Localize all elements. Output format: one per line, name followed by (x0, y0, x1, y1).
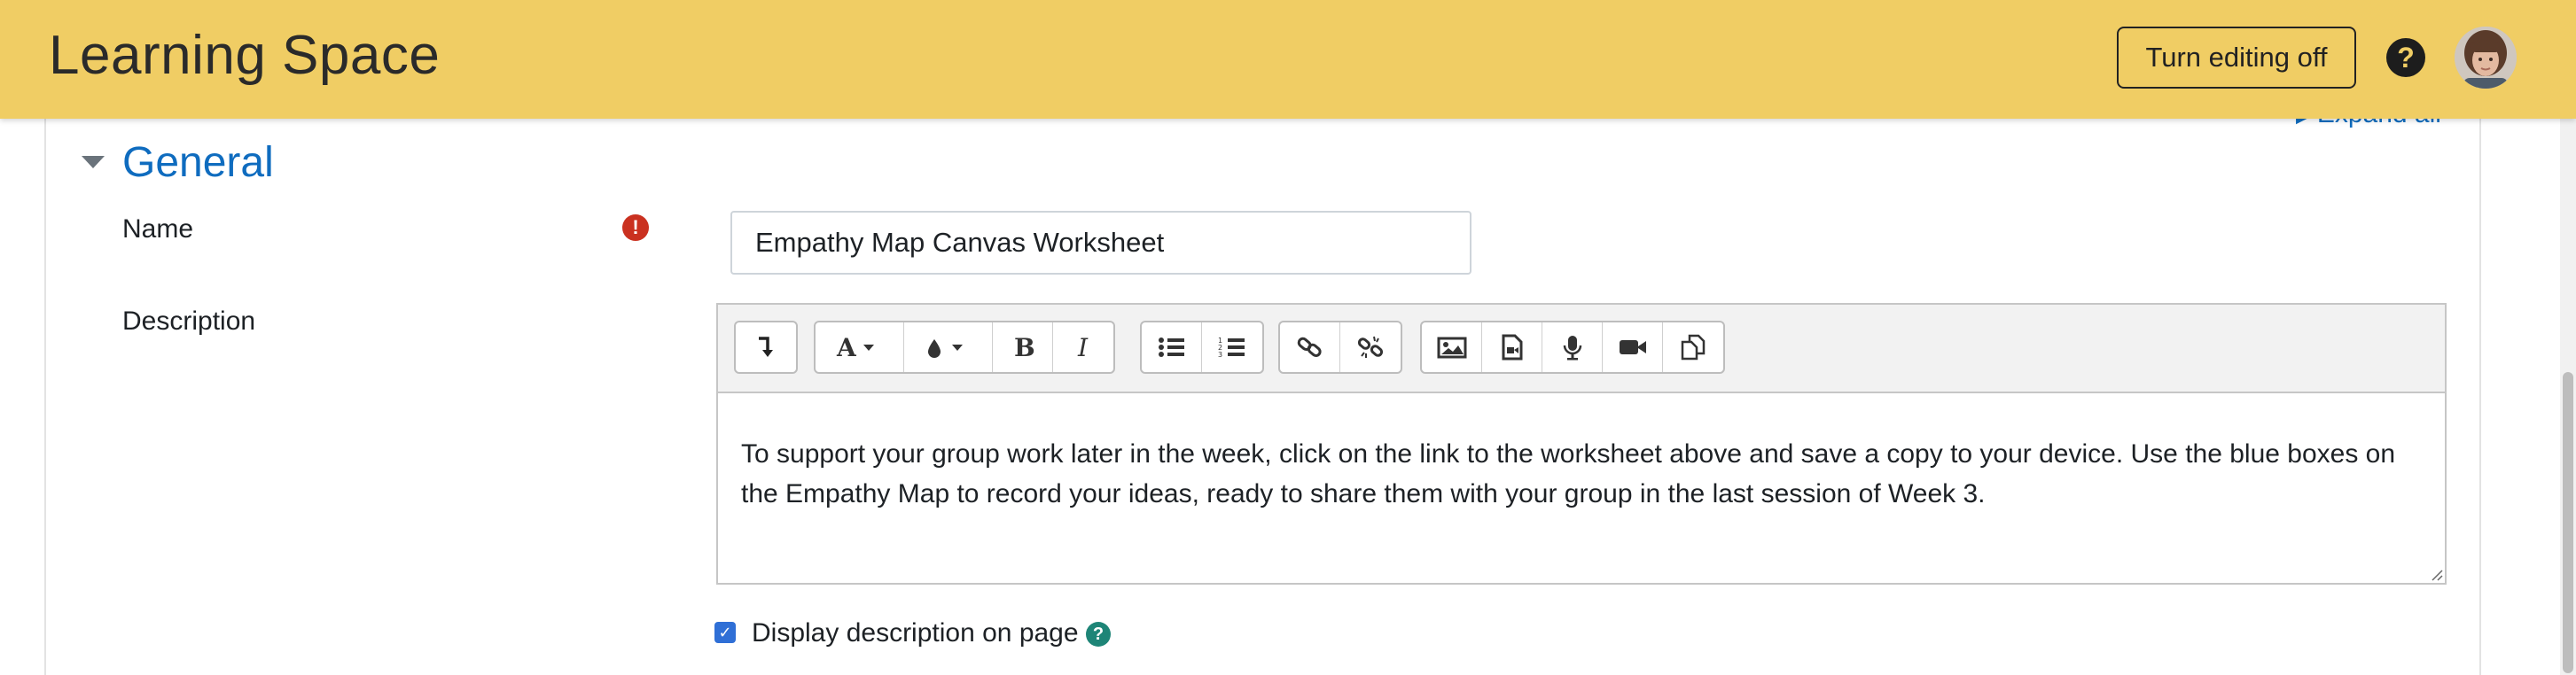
section-title[interactable]: General (122, 138, 274, 187)
font-color-button[interactable] (904, 322, 993, 372)
record-audio-icon (1563, 336, 1581, 361)
image-icon (1437, 337, 1466, 359)
toolbar-group-lists: 123 (1140, 321, 1264, 374)
toolbar-group-media (1420, 321, 1725, 374)
scrollbar-thumb[interactable] (2563, 372, 2573, 673)
record-video-button[interactable] (1603, 322, 1663, 372)
description-text[interactable]: To support your group work later in the … (741, 434, 2408, 514)
svg-text:I: I (1077, 334, 1089, 361)
editor-toolbar: A B I 123 (718, 305, 2445, 393)
toolbar-group-format: A B I (814, 321, 1115, 374)
bold-button[interactable]: B (993, 322, 1053, 372)
manage-files-button[interactable] (1663, 322, 1723, 372)
avatar-photo-icon (2455, 27, 2517, 89)
description-editor[interactable]: A B I 123 To support your group work lat… (716, 303, 2447, 585)
bold-icon: B (1014, 334, 1034, 361)
unordered-list-button[interactable] (1142, 322, 1202, 372)
link-icon (1297, 337, 1322, 357)
user-avatar[interactable] (2455, 27, 2517, 89)
display-description-label: Display description on page (752, 618, 1079, 648)
toolbar-group-toggle (734, 321, 798, 374)
required-icon: ! (622, 214, 649, 241)
svg-text:B: B (1014, 334, 1034, 361)
help-question-icon[interactable]: ? (1086, 622, 1111, 647)
unlink-icon (1357, 336, 1384, 358)
name-label: Name (122, 214, 194, 244)
toolbar-group-links (1278, 321, 1402, 374)
record-video-icon (1619, 340, 1646, 354)
svg-text:A: A (836, 334, 857, 361)
record-audio-button[interactable] (1542, 322, 1603, 372)
name-input[interactable] (730, 211, 1471, 275)
toggle-toolbar-button[interactable] (736, 322, 796, 372)
link-button[interactable] (1280, 322, 1340, 372)
ordered-list-icon: 123 (1218, 337, 1245, 359)
font-style-icon: A (836, 334, 874, 361)
svg-text:3: 3 (1218, 351, 1222, 359)
ordered-list-button[interactable]: 123 (1202, 322, 1262, 372)
turn-editing-off-button[interactable]: Turn editing off (2117, 27, 2356, 89)
manage-files-icon (1681, 334, 1706, 361)
unlink-button[interactable] (1340, 322, 1401, 372)
description-label: Description (122, 306, 256, 336)
media-button[interactable] (1482, 322, 1542, 372)
resize-grip-icon[interactable] (2429, 567, 2443, 581)
italic-icon: I (1077, 334, 1089, 361)
italic-button[interactable]: I (1053, 322, 1113, 372)
font-color-icon (927, 339, 963, 358)
toggle-toolbar-icon (759, 337, 773, 357)
font-style-button[interactable]: A (816, 322, 904, 372)
unordered-list-icon (1158, 338, 1184, 357)
site-title[interactable]: Learning Space (49, 24, 440, 87)
display-description-checkbox[interactable]: ✓ (714, 622, 736, 643)
image-button[interactable] (1422, 322, 1482, 372)
page-header: Learning Space Turn editing off ? (0, 0, 2576, 119)
media-icon (1502, 334, 1522, 361)
checkmark-icon: ✓ (718, 623, 732, 641)
section-toggle-icon[interactable] (82, 156, 105, 168)
help-icon[interactable]: ? (2386, 38, 2425, 77)
